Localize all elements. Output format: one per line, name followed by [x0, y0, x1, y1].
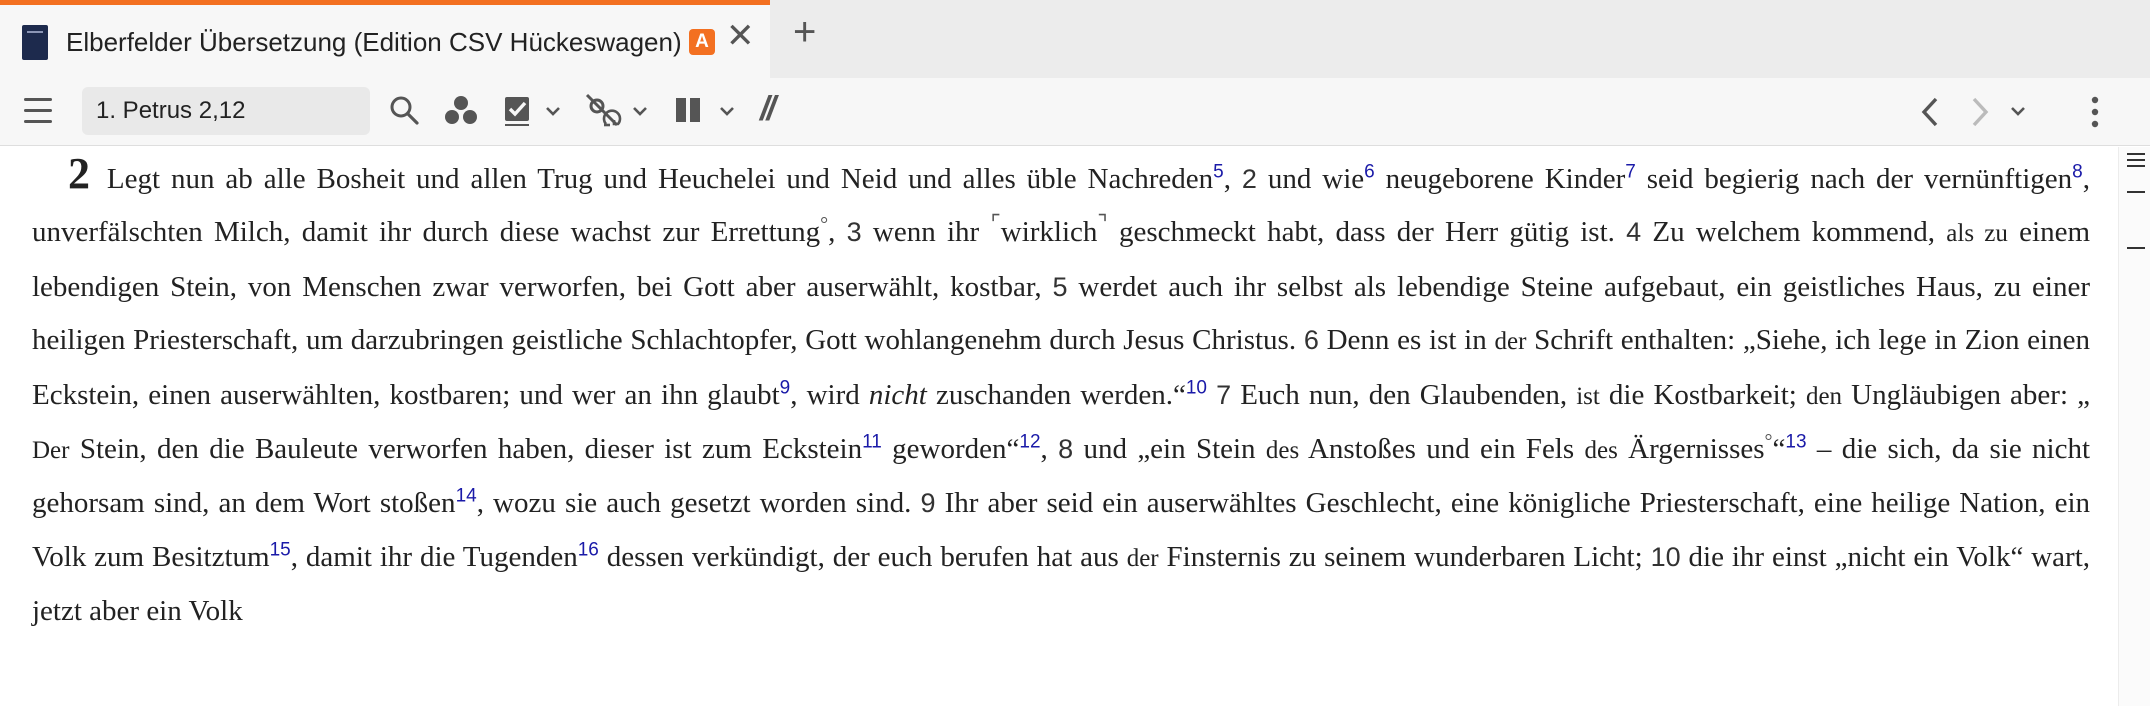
footnote-link[interactable]: 12: [1019, 431, 1040, 452]
hamburger-menu-icon[interactable]: [24, 98, 54, 124]
footnote-link[interactable]: 6: [1364, 161, 1375, 182]
forward-arrow-icon[interactable]: [1968, 96, 1992, 128]
footnote-link[interactable]: 8: [2072, 161, 2083, 182]
reference-input[interactable]: [82, 87, 370, 135]
verse-number[interactable]: 4: [1626, 217, 1641, 247]
search-icon[interactable]: [388, 94, 420, 126]
scroll-marker: [2127, 165, 2145, 167]
footnote-link[interactable]: 16: [578, 539, 599, 560]
compare-icon[interactable]: [444, 94, 478, 126]
scroll-marker: [2127, 159, 2145, 161]
tab-bar: Elberfelder Übersetzung (Edition CSV Hüc…: [0, 0, 2150, 78]
added-words: des: [1584, 437, 1618, 465]
close-tab-icon[interactable]: ✕: [726, 19, 755, 53]
added-words: des: [1265, 437, 1300, 465]
chevron-down-icon[interactable]: [632, 106, 648, 118]
bible-text-pane[interactable]: 2 Legt nun ab alle Bosheit und allen Tru…: [0, 147, 2118, 706]
strong-numbers-off-icon[interactable]: [584, 92, 624, 128]
verse-number[interactable]: 10: [1651, 542, 1681, 572]
history-chevron-down-icon[interactable]: [2010, 106, 2026, 118]
vertical-scrollbar[interactable]: [2118, 147, 2150, 706]
added-words: der: [1494, 328, 1527, 356]
checklist-icon[interactable]: [503, 93, 535, 127]
verse-number[interactable]: 3: [847, 217, 862, 247]
added-words: den: [1805, 382, 1843, 410]
added-words: als zu: [1946, 220, 2008, 248]
chevron-down-icon[interactable]: [719, 106, 735, 118]
footnote-link[interactable]: 15: [270, 539, 291, 560]
added-words: der: [1126, 544, 1159, 572]
footnote-link[interactable]: 9: [780, 377, 791, 398]
chapter-number: 2: [68, 149, 90, 198]
passage-text: 2 Legt nun ab alle Bosheit und allen Tru…: [32, 149, 2091, 628]
tab-title: Elberfelder Übersetzung (Edition CSV Hüc…: [66, 27, 682, 57]
module-badge[interactable]: A: [689, 29, 715, 55]
word-note-marker[interactable]: °: [820, 214, 828, 236]
document-tab[interactable]: Elberfelder Übersetzung (Edition CSV Hüc…: [0, 0, 770, 78]
verse-number[interactable]: 6: [1304, 325, 1319, 355]
emphasized-word: nicht: [868, 378, 927, 411]
footnote-link[interactable]: 10: [1186, 377, 1207, 398]
columns-icon[interactable]: [674, 96, 702, 124]
verse-number[interactable]: 9: [920, 488, 935, 518]
added-words: ist: [1576, 382, 1600, 410]
scroll-marker: [2127, 247, 2145, 249]
toolbar: //: [0, 78, 2150, 146]
footnote-link[interactable]: 11: [862, 431, 882, 452]
back-arrow-icon[interactable]: [1918, 96, 1942, 128]
footnote-link[interactable]: 7: [1625, 161, 1636, 182]
footnote-link[interactable]: 5: [1213, 161, 1224, 182]
verse-number[interactable]: 7: [1216, 380, 1231, 410]
footnote-link[interactable]: 13: [1785, 431, 1806, 452]
chevron-down-icon[interactable]: [545, 106, 561, 118]
verse-number[interactable]: 8: [1058, 434, 1073, 464]
verse-number[interactable]: 2: [1242, 164, 1257, 194]
insertion-end-marker: ⌝: [1097, 210, 1108, 236]
word-note-marker[interactable]: °: [1765, 430, 1773, 452]
scroll-marker: [2127, 191, 2145, 193]
verse-number[interactable]: 5: [1053, 272, 1068, 302]
insertion-start-marker: ⌜: [990, 210, 1001, 236]
footnote-link[interactable]: 14: [456, 486, 477, 507]
book-cover-icon: [22, 25, 48, 60]
parallel-passages-button[interactable]: //: [760, 90, 776, 129]
more-options-icon[interactable]: [2090, 96, 2100, 128]
add-tab-icon[interactable]: +: [793, 12, 816, 52]
added-words: Der: [32, 437, 70, 465]
scroll-marker: [2127, 153, 2145, 155]
